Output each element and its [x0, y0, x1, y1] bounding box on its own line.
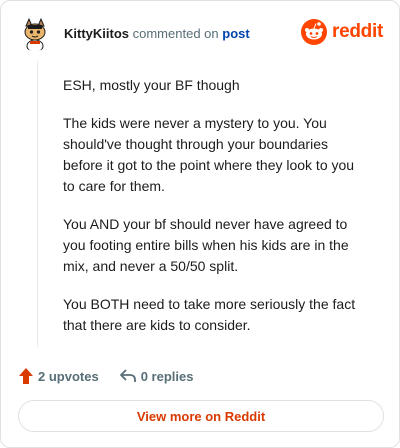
commented-on-text: commented on — [132, 26, 219, 41]
snoo-avatar-icon[interactable] — [18, 17, 52, 51]
upvote-count: 2 upvotes — [38, 368, 99, 384]
reply-button[interactable]: 0 replies — [119, 368, 194, 384]
view-more-button[interactable]: View more on Reddit — [18, 400, 384, 432]
comment-paragraph: The kids were never a mystery to you. Yo… — [63, 115, 355, 194]
reddit-logo[interactable]: reddit — [301, 19, 383, 45]
comment-actions: 2 upvotes 0 replies — [18, 366, 193, 386]
comment-paragraph: ESH, mostly your BF though — [63, 77, 240, 93]
upvote-arrow-icon — [19, 368, 33, 384]
comment-attribution: KittyKiitos commented on post — [64, 17, 250, 51]
comment-body: ESH, mostly your BF though The kids were… — [63, 75, 363, 353]
post-link[interactable]: post — [222, 26, 249, 41]
username-link[interactable]: KittyKiitos — [64, 26, 129, 41]
comment-embed-card: KittyKiitos commented on post reddit ESH… — [0, 0, 400, 448]
comment-paragraph: You AND your bf should never have agreed… — [63, 216, 349, 274]
reply-count: 0 replies — [140, 368, 194, 384]
reddit-logo-icon — [301, 19, 328, 45]
comment-paragraph: You BOTH need to take more seriously the… — [63, 296, 356, 333]
reply-arrow-icon — [119, 369, 136, 382]
thread-line — [37, 61, 38, 347]
reddit-wordmark: reddit — [332, 21, 383, 42]
comment-header: KittyKiitos commented on post reddit — [18, 17, 383, 51]
upvote-button[interactable]: 2 upvotes — [18, 367, 99, 385]
